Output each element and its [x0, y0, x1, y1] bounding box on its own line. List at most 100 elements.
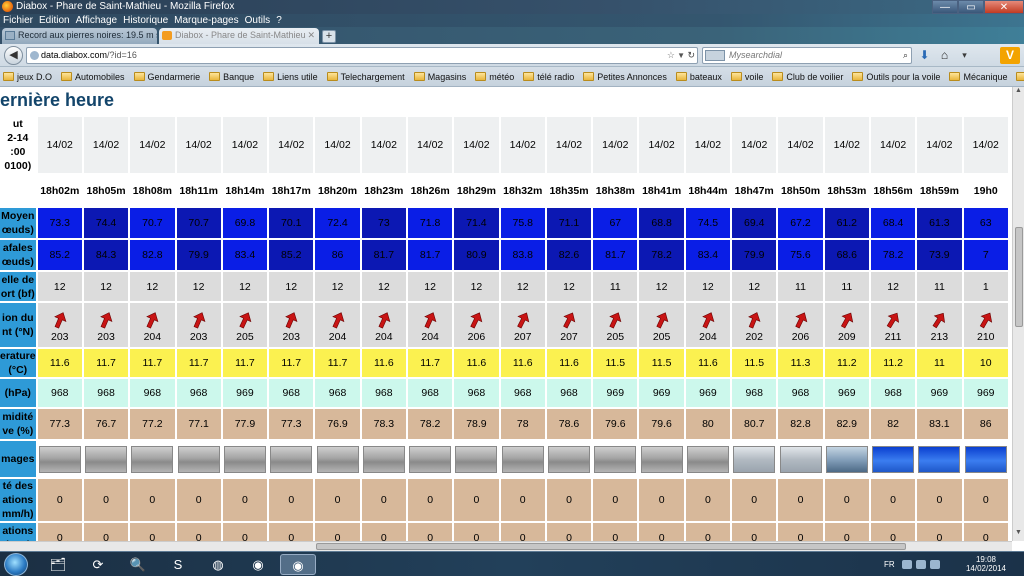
close-tab-icon[interactable]: ✕ — [307, 28, 315, 43]
webcam-thumbnail[interactable] — [825, 445, 868, 473]
tray-arrow-icon[interactable] — [902, 560, 912, 569]
webcam-thumbnail[interactable] — [362, 445, 405, 473]
bookmark-folder[interactable]: voile — [730, 72, 763, 82]
maximize-button[interactable]: ▭ — [958, 0, 984, 14]
webcam-thumbnail[interactable] — [733, 445, 776, 473]
menu-affichage[interactable]: Affichage — [76, 14, 118, 27]
horizontal-scrollbar[interactable] — [0, 541, 1012, 551]
skype-icon[interactable]: S — [160, 554, 196, 575]
temp-value: 11.5 — [732, 349, 777, 377]
vertical-scrollbar[interactable]: ▲ ▼ — [1012, 87, 1024, 541]
webcam-thumbnail[interactable] — [548, 445, 591, 473]
network-icon[interactable]: ◍ — [200, 554, 236, 575]
hum-value: 78 — [500, 409, 545, 439]
bookmark-folder[interactable]: jeux D.O — [3, 72, 52, 82]
bookmark-folder[interactable]: Automobiles — [61, 72, 125, 82]
temp-value: 11.7 — [407, 349, 453, 377]
reload-icon[interactable]: ↻ — [687, 48, 695, 63]
bookmark-folder[interactable]: télé radio — [523, 72, 574, 82]
menu-historique[interactable]: Historique — [123, 14, 168, 27]
network-tray-icon[interactable] — [916, 560, 926, 569]
wind-arrow-icon — [563, 311, 576, 328]
globe-icon — [30, 51, 39, 60]
prec-value: 0 — [407, 523, 453, 541]
press-value: 969 — [963, 379, 1008, 407]
refresh-icon[interactable]: ⟳ — [80, 554, 116, 575]
bookmark-folder[interactable]: météo — [475, 72, 514, 82]
menu-help[interactable]: ? — [276, 14, 282, 27]
windows-taskbar: 🗂 ⟳ 🔍 S ◍ ◉ ◉ FR 19:08 14/02/2014 — [0, 551, 1024, 576]
bookmark-folder[interactable]: Petites Annonces — [583, 72, 667, 82]
url-bar[interactable]: data.diabox.com/?id=16 ☆ ▼ ↻ — [26, 47, 698, 64]
webcam-thumbnail[interactable] — [964, 445, 1007, 473]
search-icon[interactable]: ⌕ — [903, 48, 908, 63]
volume-icon[interactable] — [930, 560, 940, 569]
url-dropdown-icon[interactable]: ▼ — [677, 48, 685, 63]
prec-value: 0 — [315, 523, 360, 541]
bookmark-folder[interactable]: Mécanique — [949, 72, 1007, 82]
webcam-thumbnail[interactable] — [177, 445, 220, 473]
webcam-thumbnail[interactable] — [872, 445, 915, 473]
wind-direction-value: 206 — [791, 330, 810, 343]
webcam-thumbnail[interactable] — [316, 445, 359, 473]
addon-v-icon[interactable]: V — [1000, 47, 1020, 64]
bookmark-folder[interactable]: Banque — [209, 72, 254, 82]
webcam-thumbnail[interactable] — [85, 445, 128, 473]
folder-icon — [949, 72, 961, 81]
temp-value: 10 — [963, 349, 1008, 377]
back-button[interactable]: ◀ — [4, 46, 23, 65]
menu-marque-pages[interactable]: Marque-pages — [174, 14, 238, 27]
bookmark-star-icon[interactable]: ☆ — [667, 48, 675, 63]
temp-value: 11.6 — [500, 349, 545, 377]
menu-edition[interactable]: Edition — [39, 14, 70, 27]
bookmark-folder[interactable]: Magasins — [413, 72, 466, 82]
webcam-thumbnail[interactable] — [640, 445, 683, 473]
date-value: 14/02 — [917, 117, 962, 173]
webcam-thumbnail[interactable] — [686, 445, 729, 473]
bookmark-folder[interactable]: bateaux — [675, 72, 722, 82]
webcam-thumbnail[interactable] — [501, 445, 544, 473]
firefox-icon[interactable]: ◉ — [280, 554, 316, 575]
search-input[interactable]: Mysearchdial ⌕ — [702, 47, 912, 64]
bookmark-folder[interactable]: moteur seagull — [1016, 72, 1024, 82]
folder-icon — [675, 72, 687, 81]
language-indicator[interactable]: FR — [884, 560, 895, 569]
webcam-thumbnail[interactable] — [918, 445, 961, 473]
webcam-thumbnail[interactable] — [455, 445, 498, 473]
download-icon[interactable]: ⬇ — [916, 47, 933, 64]
horizontal-scroll-thumb[interactable] — [316, 543, 906, 550]
clock[interactable]: 19:08 14/02/2014 — [966, 555, 1006, 573]
minimize-button[interactable]: — — [932, 0, 958, 14]
menu-fichier[interactable]: Fichier — [3, 14, 33, 27]
webcam-thumbnail[interactable] — [131, 445, 174, 473]
search-engine-icon[interactable] — [705, 50, 725, 61]
webcam-thumbnail[interactable] — [409, 445, 452, 473]
home-icon[interactable]: ⌂ — [936, 47, 953, 64]
bookmark-folder[interactable]: Outils pour la voile — [852, 72, 940, 82]
menu-outils[interactable]: Outils — [245, 14, 271, 27]
search-tool-icon[interactable]: 🔍 — [120, 554, 156, 575]
bookmark-folder[interactable]: Club de voilier — [772, 72, 843, 82]
addon-menu-icon[interactable]: ▾ — [956, 47, 973, 64]
gust-value: 81.7 — [361, 240, 406, 270]
chrome-icon[interactable]: ◉ — [240, 554, 276, 575]
scroll-down-icon[interactable]: ▼ — [1013, 529, 1024, 541]
webcam-thumbnail[interactable] — [38, 445, 81, 473]
webcam-thumbnail[interactable] — [270, 445, 313, 473]
new-tab-button[interactable]: + — [322, 30, 336, 43]
webcam-thumbnail[interactable] — [779, 445, 822, 473]
wind-direction-cell: 213 — [917, 303, 962, 347]
bookmark-folder[interactable]: Telechargement — [326, 72, 405, 82]
wind-direction-cell: 206 — [778, 303, 823, 347]
bookmark-folder[interactable]: Gendarmerie — [133, 72, 200, 82]
tab-record-pierres-noires[interactable]: Record aux pierres noires: 19.5 m sur l.… — [2, 28, 157, 44]
folder-icon[interactable]: 🗂 — [40, 554, 76, 575]
close-window-button[interactable]: ✕ — [984, 0, 1024, 14]
webcam-thumbnail[interactable] — [594, 445, 637, 473]
start-button[interactable] — [4, 553, 28, 576]
tab-diabox[interactable]: Diabox - Phare de Saint-Mathieu ✕ — [159, 28, 319, 44]
scroll-up-icon[interactable]: ▲ — [1013, 87, 1024, 99]
webcam-thumbnail[interactable] — [223, 445, 266, 473]
bookmark-folder[interactable]: Liens utile — [263, 72, 318, 82]
vertical-scroll-thumb[interactable] — [1015, 227, 1023, 327]
